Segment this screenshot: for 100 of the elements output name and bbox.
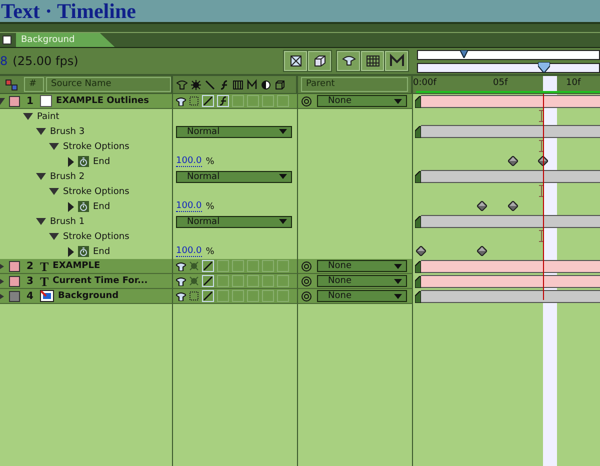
time-ruler[interactable]: 0:00f 05f 10f xyxy=(413,76,600,93)
draft-3d-button[interactable] xyxy=(284,51,307,71)
brush-duration-bar[interactable] xyxy=(421,125,600,138)
keyframe-nav-arrow[interactable] xyxy=(68,246,74,256)
cube-button[interactable] xyxy=(308,51,331,71)
expanded-triangle[interactable] xyxy=(49,187,59,196)
property-name[interactable]: Stroke Options xyxy=(63,142,130,152)
sun-icon[interactable] xyxy=(190,78,202,90)
motion-blur-icon[interactable] xyxy=(246,78,258,90)
zoom-track[interactable] xyxy=(417,62,600,72)
layer-duration-bar[interactable] xyxy=(421,260,600,273)
switch-box[interactable] xyxy=(262,95,274,107)
shy-button[interactable] xyxy=(337,51,360,71)
effect-icon[interactable] xyxy=(217,95,229,107)
property-value[interactable]: 100.0 xyxy=(176,246,202,257)
keyframe-diamond[interactable] xyxy=(416,246,426,256)
film-strip-icon[interactable] xyxy=(232,78,244,90)
dotted-box-icon[interactable] xyxy=(189,291,199,301)
label-color-swatch[interactable] xyxy=(9,260,20,272)
frame-blend-button[interactable] xyxy=(361,51,384,71)
parent-pick-whip-icon[interactable] xyxy=(301,276,312,286)
switch-box[interactable] xyxy=(262,275,274,287)
property-value[interactable]: 100.0 xyxy=(176,156,202,167)
expanded-triangle[interactable] xyxy=(23,112,33,121)
quality-slash-icon[interactable] xyxy=(202,95,214,107)
property-name[interactable]: Brush 2 xyxy=(50,172,85,182)
layer-name[interactable]: EXAMPLE xyxy=(52,261,100,271)
column-header[interactable]: Parent xyxy=(301,77,408,92)
keyframe-nav-arrow[interactable] xyxy=(68,156,74,166)
current-time-marker[interactable] xyxy=(538,62,550,72)
switch-box[interactable] xyxy=(277,275,289,287)
label-icon[interactable] xyxy=(5,78,19,90)
brush-duration-bar[interactable] xyxy=(421,170,600,183)
switch-box[interactable] xyxy=(277,260,289,272)
brush-duration-bar[interactable] xyxy=(421,215,600,228)
switch-box[interactable] xyxy=(262,290,274,302)
quality-slash-icon[interactable] xyxy=(202,275,214,287)
column-header[interactable]: # xyxy=(24,77,44,92)
expanded-triangle[interactable] xyxy=(49,142,59,151)
quality-slash-icon[interactable] xyxy=(202,290,214,302)
parent-dropdown[interactable]: None xyxy=(317,95,407,107)
parent-dropdown[interactable]: None xyxy=(317,290,407,302)
label-color-swatch[interactable] xyxy=(9,96,20,106)
switch-box[interactable] xyxy=(262,260,274,272)
cube-icon[interactable] xyxy=(274,78,286,90)
keyframe-diamond[interactable] xyxy=(477,246,487,256)
expanded-triangle[interactable] xyxy=(36,172,46,181)
layer-name[interactable]: EXAMPLE Outlines xyxy=(56,96,150,106)
navigator-track[interactable] xyxy=(417,50,600,60)
adjustment-icon[interactable] xyxy=(260,78,272,90)
stopwatch-icon[interactable] xyxy=(78,246,89,257)
layer-duration-bar[interactable] xyxy=(421,95,600,108)
expanded-triangle[interactable] xyxy=(36,127,46,136)
switch-box[interactable] xyxy=(247,95,259,107)
expanded-triangle[interactable] xyxy=(36,217,46,226)
keyframe-diamond[interactable] xyxy=(508,156,518,166)
property-value[interactable]: 100.0 xyxy=(176,201,202,212)
layer-name[interactable]: Current Time For... xyxy=(52,276,148,286)
switch-box[interactable] xyxy=(217,260,229,272)
parent-pick-whip-icon[interactable] xyxy=(301,260,312,272)
parent-pick-whip-icon[interactable] xyxy=(301,96,312,106)
property-name[interactable]: Paint xyxy=(37,112,60,122)
switch-box[interactable] xyxy=(277,290,289,302)
blend-mode-dropdown[interactable]: Normal xyxy=(176,126,292,138)
stopwatch-icon[interactable] xyxy=(78,156,89,167)
blend-mode-dropdown[interactable]: Normal xyxy=(176,170,292,182)
parent-dropdown[interactable]: None xyxy=(317,275,407,287)
property-name[interactable]: Stroke Options xyxy=(63,186,130,196)
label-color-swatch[interactable] xyxy=(9,276,20,286)
property-name[interactable]: Stroke Options xyxy=(63,232,130,242)
switch-box[interactable] xyxy=(247,260,259,272)
switch-box[interactable] xyxy=(232,95,244,107)
switch-box[interactable] xyxy=(247,290,259,302)
property-name[interactable]: Brush 3 xyxy=(50,126,85,136)
switch-box[interactable] xyxy=(217,275,229,287)
motion-blur-button[interactable] xyxy=(385,51,408,71)
shy-icon[interactable] xyxy=(176,96,186,106)
label-color-swatch[interactable] xyxy=(9,290,20,302)
dotted-box-icon[interactable] xyxy=(189,96,199,106)
switch-box[interactable] xyxy=(217,290,229,302)
layer-duration-bar[interactable] xyxy=(421,275,600,288)
column-header[interactable]: Source Name xyxy=(46,77,171,92)
keyframe-nav-arrow[interactable] xyxy=(68,202,74,212)
property-name[interactable]: Brush 1 xyxy=(50,216,85,226)
switch-box[interactable] xyxy=(277,95,289,107)
layer-duration-bar[interactable] xyxy=(421,290,600,303)
parent-dropdown[interactable]: None xyxy=(317,260,407,272)
parent-pick-whip-icon[interactable] xyxy=(301,290,312,302)
panel-menu-icon[interactable] xyxy=(2,35,12,45)
switch-box[interactable] xyxy=(247,275,259,287)
switch-box[interactable] xyxy=(232,260,244,272)
switch-box[interactable] xyxy=(232,275,244,287)
switch-box[interactable] xyxy=(232,290,244,302)
layer-name[interactable]: Background xyxy=(58,291,119,301)
blend-mode-dropdown[interactable]: Normal xyxy=(176,216,292,228)
quality-slash-icon[interactable] xyxy=(202,260,214,272)
slash-icon[interactable] xyxy=(204,78,216,90)
stopwatch-icon[interactable] xyxy=(78,201,89,212)
keyframe-diamond[interactable] xyxy=(477,201,487,211)
keyframe-diamond[interactable] xyxy=(508,201,518,211)
